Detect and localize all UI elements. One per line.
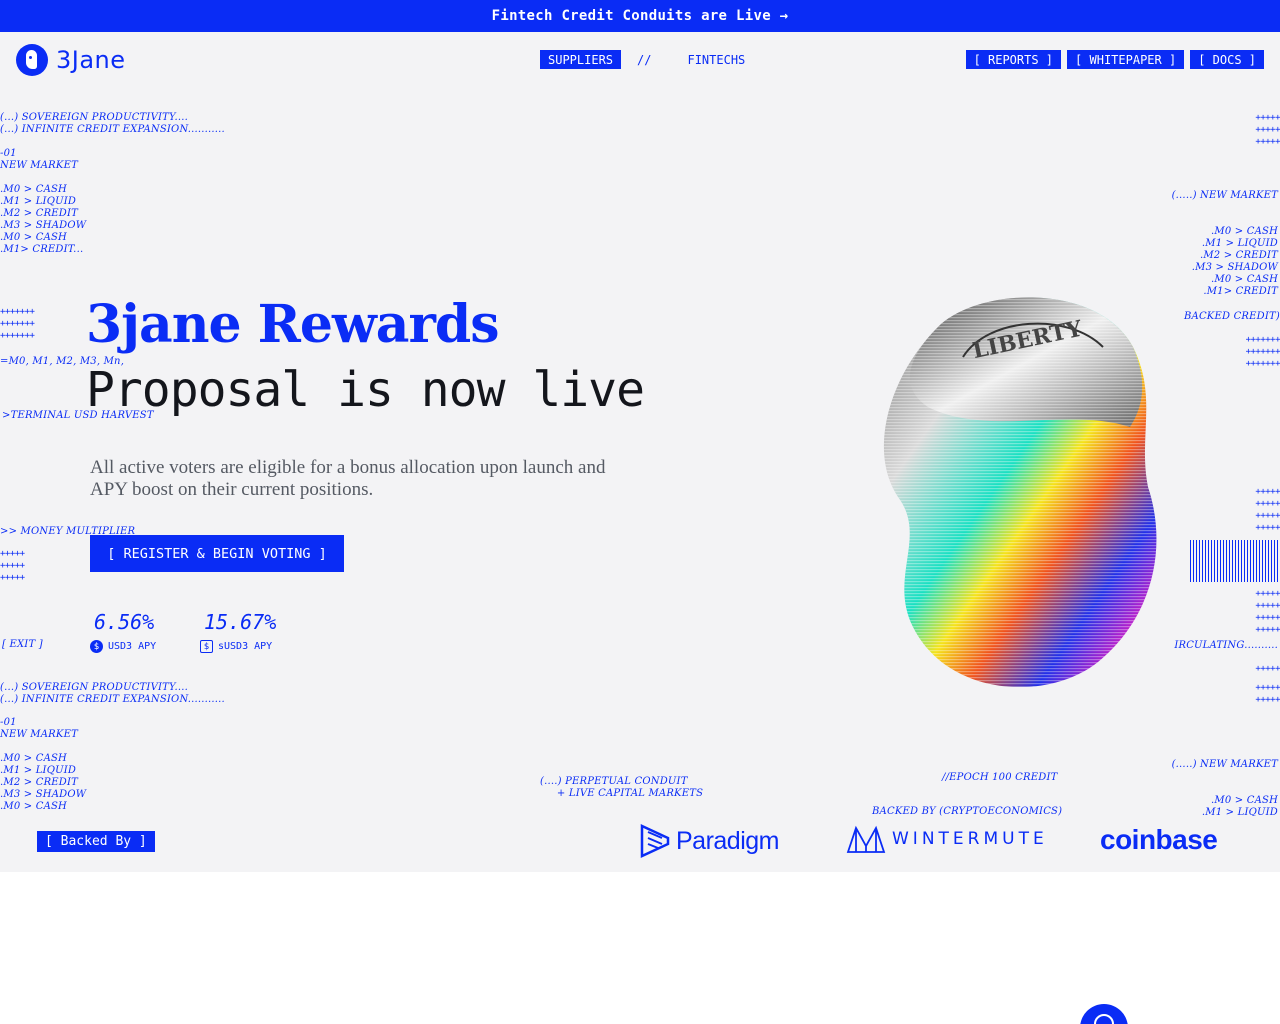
deco-plus: +++++ +++++ [1255, 683, 1280, 705]
deco-plus: +++++ +++++ +++++ [0, 549, 25, 583]
deco-text: .M0 > CASH .M1 > LIQUID .M2 > CREDIT .M3… [0, 753, 87, 812]
header-links: [ REPORTS ] [ WHITEPAPER ] [ DOCS ] [965, 50, 1264, 69]
docs-link[interactable]: [ DOCS ] [1190, 50, 1264, 69]
deco-text: BACKED CREDIT) [1183, 311, 1280, 322]
deco-text: .M0 > CASH .M1 > LIQUID .M2 > CREDIT .M3… [1191, 226, 1278, 297]
wintermute-icon [846, 825, 886, 853]
coinbase-name: coinbase [1100, 824, 1218, 855]
nav-separator: // [637, 52, 652, 67]
melting-coin-illustration: LIBERTY [883, 297, 1157, 687]
paradigm-icon [640, 824, 670, 858]
paradigm-name: Paradigm [676, 826, 780, 855]
deco-text: (.....) NEW MARKET [1171, 190, 1278, 201]
brand-name: 3Jane [56, 46, 126, 74]
coinbase-logo[interactable]: coinbase [1100, 824, 1218, 856]
announcement-text: Fintech Credit Conduits are Live → [491, 8, 789, 24]
deco-text: (....) PERPETUAL CONDUIT + LIVE CAPITAL … [540, 776, 704, 799]
wintermute-logo[interactable]: WINTERMUTE [846, 824, 1048, 854]
deco-plus: +++++ +++++ +++++ +++++ [1255, 589, 1280, 635]
deco-plus: +++++ +++++ +++++ [1255, 113, 1280, 147]
paradigm-logo[interactable]: Paradigm [640, 824, 780, 858]
deco-text: (...) SOVEREIGN PRODUCTIVITY.... (...) I… [0, 682, 225, 705]
deco-text: -01 NEW MARKET [0, 717, 78, 740]
stat-label: USD3 APY [108, 641, 157, 652]
deco-text: //EPOCH 100 CREDIT [942, 772, 1058, 783]
stat-value: 15.67% [204, 610, 277, 634]
backed-by-label: [ Backed By ] [37, 831, 155, 852]
deco-text: (.....) NEW MARKET [1171, 759, 1278, 770]
deco-plus: +++++ +++++ +++++ +++++ [1255, 487, 1280, 533]
announcement-banner[interactable]: Fintech Credit Conduits are Live → [0, 0, 1280, 32]
deco-plus: +++++++ +++++++ +++++++ [0, 307, 35, 341]
whitepaper-link[interactable]: [ WHITEPAPER ] [1067, 50, 1185, 69]
deco-text: .M0 > CASH .M1 > LIQUID .M2 > CREDIT .M3… [0, 184, 87, 255]
deco-text: BACKED BY (CRYPTOECONOMICS) [872, 806, 1063, 816]
deco-text: -01 NEW MARKET [0, 148, 78, 171]
deco-text: IRCULATING.......... [1174, 640, 1278, 651]
exit-link[interactable]: [ EXIT ] [2, 639, 43, 651]
backers-strip: [ Backed By ] Paradigm WINTERMUTE coinba… [0, 816, 1280, 872]
susd3-coin-icon: $ [200, 640, 213, 653]
barcode-graphic [1190, 540, 1280, 582]
wintermute-name: WINTERMUTE [892, 829, 1048, 849]
logo[interactable]: 3Jane [16, 44, 126, 76]
nav-suppliers[interactable]: SUPPLIERS [540, 50, 622, 69]
help-chat-button[interactable] [1080, 1004, 1128, 1024]
chat-icon [1094, 1014, 1114, 1024]
main-nav: SUPPLIERS // FINTECHS [540, 50, 745, 69]
susd3-apy-stat: 15.67% $ sUSD3 APY [200, 610, 276, 653]
hero-subtitle: Proposal is now live [86, 362, 645, 418]
deco-plus: +++++++ +++++++ +++++++ [1245, 335, 1280, 369]
nav-fintechs[interactable]: FINTECHS [667, 51, 745, 69]
deco-plus: +++++ [1255, 664, 1280, 674]
hero-section: 3Jane SUPPLIERS // FINTECHS [ REPORTS ] … [0, 32, 1280, 816]
hero-title: 3jane Rewards [86, 294, 499, 355]
deco-text: (...) SOVEREIGN PRODUCTIVITY.... (...) I… [0, 112, 225, 135]
hero-description: All active voters are eligible for a bon… [90, 457, 606, 500]
usd3-apy-stat: 6.56% $ USD3 APY [90, 610, 156, 653]
reports-link[interactable]: [ REPORTS ] [965, 50, 1062, 69]
deco-text: .M0 > CASH .M1 > LIQUID [1201, 795, 1278, 816]
usd3-coin-icon: $ [90, 640, 103, 653]
register-vote-button[interactable]: [ REGISTER & BEGIN VOTING ] [90, 535, 344, 572]
stat-label: sUSD3 APY [218, 641, 273, 652]
face-logo-icon [16, 44, 48, 76]
stat-value: 6.56% [94, 610, 155, 634]
